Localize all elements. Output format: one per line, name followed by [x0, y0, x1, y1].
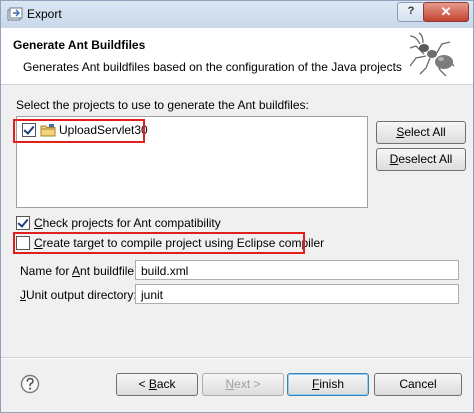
create-target-option[interactable]: Create target to compile project using E… — [16, 235, 324, 251]
project-checkbox[interactable] — [22, 123, 36, 137]
deselect-all-button[interactable]: Deselect All — [376, 148, 466, 171]
finish-button[interactable]: Finish — [287, 373, 369, 396]
next-button[interactable]: Next > — [202, 373, 284, 396]
check-compat-mnemonic: C — [34, 216, 43, 230]
help-window-button[interactable]: ? — [397, 2, 425, 22]
title-bar[interactable]: Export ? ✕ — [1, 1, 473, 28]
wizard-banner: Generate Ant Buildfiles Generates Ant bu… — [1, 28, 473, 85]
check-compat-option[interactable]: Check projects for Ant compatibility — [16, 215, 221, 231]
select-all-label: elect All — [404, 125, 446, 139]
project-name: UploadServlet30 — [59, 123, 148, 137]
export-dialog: Export ? ✕ Generate Ant Buildfiles Gener… — [0, 0, 474, 413]
select-all-button[interactable]: Select All — [376, 121, 466, 144]
projects-section-label: Select the projects to use to generate t… — [16, 98, 309, 112]
check-compat-checkbox[interactable] — [16, 216, 30, 230]
help-icon[interactable] — [20, 374, 40, 394]
back-prefix: < — [138, 377, 149, 391]
create-target-mnemonic: C — [34, 236, 43, 250]
wizard-title: Generate Ant Buildfiles — [13, 38, 146, 52]
eclipse-export-icon — [7, 7, 23, 21]
cancel-button[interactable]: Cancel — [374, 373, 462, 396]
window-title: Export — [27, 7, 62, 21]
java-project-folder-icon — [40, 124, 56, 137]
ant-icon — [409, 32, 455, 77]
check-compat-text: heck projects for Ant compatibility — [42, 216, 221, 230]
project-list-item[interactable]: UploadServlet30 — [22, 121, 148, 139]
buildfile-mnemonic: A — [72, 264, 81, 278]
back-mnemonic: B — [148, 377, 157, 391]
projects-list[interactable]: UploadServlet30 — [16, 116, 368, 208]
finish-label: inish — [319, 377, 345, 391]
deselect-all-label: eselect All — [398, 152, 453, 166]
junit-output-dir-input[interactable]: junit — [135, 284, 459, 304]
check-compat-label: Check projects for Ant compatibility — [34, 216, 221, 230]
buildfile-name-input[interactable]: build.xml — [135, 260, 459, 280]
back-label: ack — [156, 377, 176, 391]
next-label: ext > — [234, 377, 261, 391]
create-target-checkbox[interactable] — [16, 236, 30, 250]
wizard-description: Generates Ant buildfiles based on the co… — [23, 60, 402, 74]
close-window-button[interactable]: ✕ — [423, 2, 469, 22]
button-bar-separator — [1, 357, 473, 359]
deselect-all-mnemonic: D — [389, 152, 399, 166]
next-mnemonic: N — [225, 377, 235, 391]
junit-label-post: Unit output directory: — [26, 288, 137, 302]
junit-label: JUnit output directory: — [20, 288, 137, 302]
buildfile-label: Name for Ant buildfile: — [20, 264, 137, 278]
buildfile-label-pre: Name for — [20, 264, 73, 278]
create-target-label: Create target to compile project using E… — [34, 236, 324, 250]
buildfile-label-post: nt buildfile: — [80, 264, 138, 278]
create-target-text: reate target to compile project using Ec… — [42, 236, 325, 250]
back-button[interactable]: < Back — [116, 373, 198, 396]
